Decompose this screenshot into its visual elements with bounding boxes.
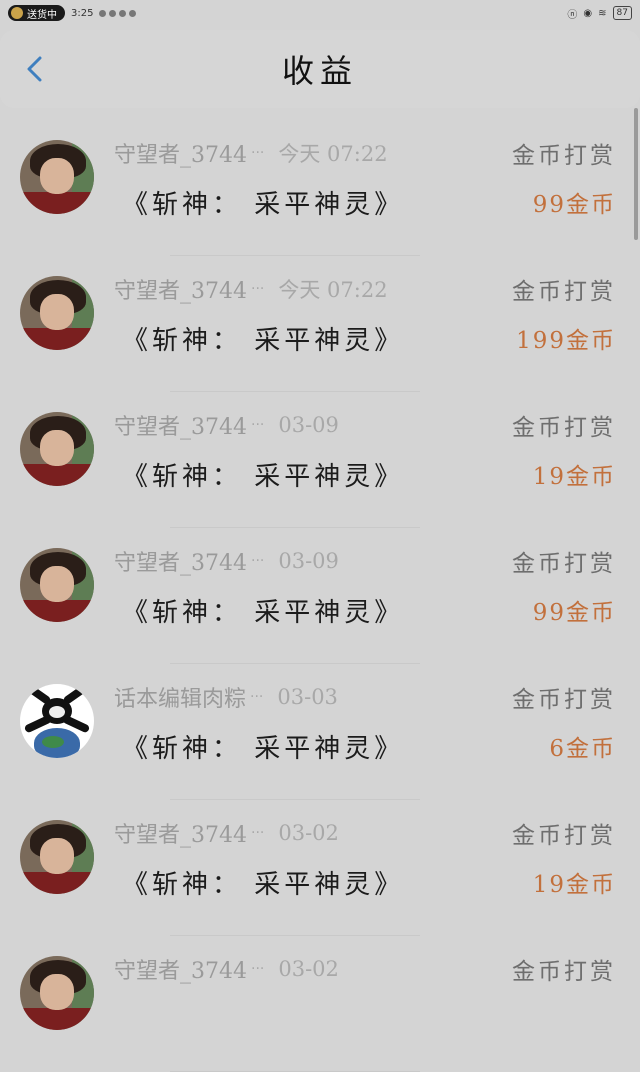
username[interactable]: 守望者_3744 xyxy=(114,273,247,305)
boy-avatar-icon[interactable] xyxy=(20,956,94,1030)
reward-type: 金币打赏 xyxy=(512,279,616,305)
book-title: 《斩神： 采平神灵》 xyxy=(122,325,405,356)
list-item[interactable]: 守望者_3744 ··· 03-09 金币打赏 《斩神： 采平神灵》 99金币 xyxy=(0,528,640,664)
record-detail: 《斩神： 采平神灵》 199金币 xyxy=(122,318,616,358)
record-detail: 《斩神： 采平神灵》 19金币 xyxy=(122,454,616,494)
battery-icon: 87 xyxy=(612,6,632,20)
header-bar: 收益 xyxy=(0,30,640,108)
reward-type: 金币打赏 xyxy=(512,143,616,169)
book-title: 《斩神： 采平神灵》 xyxy=(122,461,405,492)
record-date: 今天 07:22 xyxy=(278,278,388,302)
book-title: 《斩神： 采平神灵》 xyxy=(122,869,405,900)
notification-icon xyxy=(119,9,127,17)
eye-icon: ◉ xyxy=(583,7,593,19)
reward-type: 金币打赏 xyxy=(512,959,616,985)
reward-amount: 6金币 xyxy=(549,736,616,762)
username[interactable]: 守望者_3744 xyxy=(114,409,247,441)
reward-amount: 99金币 xyxy=(532,600,616,626)
list-item[interactable]: 守望者_3744 ··· 03-02 金币打赏 xyxy=(0,936,640,1072)
reward-amount: 99金币 xyxy=(532,192,616,218)
record-date: 03-09 xyxy=(278,413,339,437)
record-date: 03-09 xyxy=(278,549,339,573)
status-right: ⓝ ◉ ≋ 87 xyxy=(567,6,632,21)
delivery-pill[interactable]: 送货中 xyxy=(8,5,65,21)
reward-type: 金币打赏 xyxy=(512,551,616,577)
scrollbar[interactable] xyxy=(634,108,638,240)
boy-avatar-icon[interactable] xyxy=(20,140,94,214)
panda-globe-avatar-icon[interactable] xyxy=(20,684,94,758)
username[interactable]: 守望者_3744 xyxy=(114,817,247,849)
username[interactable]: 话本编辑肉粽 xyxy=(114,681,246,713)
notification-icons xyxy=(99,9,137,17)
list-item[interactable]: 守望者_3744 ··· 今天 07:22 金币打赏 《斩神： 采平神灵》 19… xyxy=(0,256,640,392)
ellipsis-icon: ··· xyxy=(251,961,265,977)
username[interactable]: 守望者_3744 xyxy=(114,545,247,577)
notification-icon xyxy=(99,9,107,17)
reward-amount: 19金币 xyxy=(532,872,616,898)
username[interactable]: 守望者_3744 xyxy=(114,137,247,169)
ellipsis-icon: ··· xyxy=(251,145,265,161)
earnings-list: 守望者_3744 ··· 今天 07:22 金币打赏 《斩神： 采平神灵》 99… xyxy=(0,120,640,1072)
record-date: 03-02 xyxy=(278,821,339,845)
record-meta: 守望者_3744 ··· 今天 07:22 金币打赏 xyxy=(114,136,616,170)
page-title: 收益 xyxy=(281,52,358,90)
boy-avatar-icon[interactable] xyxy=(20,412,94,486)
status-time: 3:25 xyxy=(71,7,94,19)
status-left: 送货中 3:25 xyxy=(8,5,137,21)
delivery-icon xyxy=(11,7,23,19)
record-detail: 《斩神： 采平神灵》 6金币 xyxy=(122,726,616,766)
username[interactable]: 守望者_3744 xyxy=(114,953,247,985)
reward-amount: 199金币 xyxy=(516,328,616,354)
record-detail: 《斩神： 采平神灵》 19金币 xyxy=(122,862,616,902)
list-item[interactable]: 守望者_3744 ··· 03-02 金币打赏 《斩神： 采平神灵》 19金币 xyxy=(0,800,640,936)
record-detail: 《斩神： 采平神灵》 99金币 xyxy=(122,182,616,222)
book-title: 《斩神： 采平神灵》 xyxy=(122,733,405,764)
record-detail xyxy=(122,998,616,1038)
record-meta: 守望者_3744 ··· 03-09 金币打赏 xyxy=(114,544,616,578)
delivery-pill-label: 送货中 xyxy=(27,9,57,21)
notification-icon xyxy=(129,9,137,17)
ellipsis-icon: ··· xyxy=(251,417,265,433)
boy-avatar-icon[interactable] xyxy=(20,820,94,894)
record-meta: 守望者_3744 ··· 03-02 金币打赏 xyxy=(114,816,616,850)
back-arrow-icon[interactable] xyxy=(24,56,46,82)
record-date: 03-03 xyxy=(277,685,338,709)
ellipsis-icon: ··· xyxy=(251,825,265,841)
ellipsis-icon: ··· xyxy=(251,553,265,569)
record-date: 今天 07:22 xyxy=(278,142,388,166)
record-meta: 话本编辑肉粽 ··· 03-03 金币打赏 xyxy=(114,680,616,714)
list-item[interactable]: 守望者_3744 ··· 03-09 金币打赏 《斩神： 采平神灵》 19金币 xyxy=(0,392,640,528)
record-meta: 守望者_3744 ··· 03-02 金币打赏 xyxy=(114,952,616,986)
record-detail: 《斩神： 采平神灵》 99金币 xyxy=(122,590,616,630)
boy-avatar-icon[interactable] xyxy=(20,548,94,622)
reward-type: 金币打赏 xyxy=(512,687,616,713)
reward-type: 金币打赏 xyxy=(512,823,616,849)
record-date: 03-02 xyxy=(278,957,339,981)
record-meta: 守望者_3744 ··· 03-09 金币打赏 xyxy=(114,408,616,442)
reward-type: 金币打赏 xyxy=(512,415,616,441)
notification-icon xyxy=(109,9,117,17)
reward-amount: 19金币 xyxy=(532,464,616,490)
list-item[interactable]: 话本编辑肉粽 ··· 03-03 金币打赏 《斩神： 采平神灵》 6金币 xyxy=(0,664,640,800)
wifi-icon: ≋ xyxy=(598,7,607,19)
boy-avatar-icon[interactable] xyxy=(20,276,94,350)
list-item[interactable]: 守望者_3744 ··· 今天 07:22 金币打赏 《斩神： 采平神灵》 99… xyxy=(0,120,640,256)
ellipsis-icon: ··· xyxy=(251,281,265,297)
book-title: 《斩神： 采平神灵》 xyxy=(122,189,405,220)
status-bar: 送货中 3:25 ⓝ ◉ ≋ 87 xyxy=(0,0,640,26)
ellipsis-icon: ··· xyxy=(250,689,264,705)
book-title: 《斩神： 采平神灵》 xyxy=(122,597,405,628)
nfc-icon: ⓝ xyxy=(567,9,578,21)
record-meta: 守望者_3744 ··· 今天 07:22 金币打赏 xyxy=(114,272,616,306)
